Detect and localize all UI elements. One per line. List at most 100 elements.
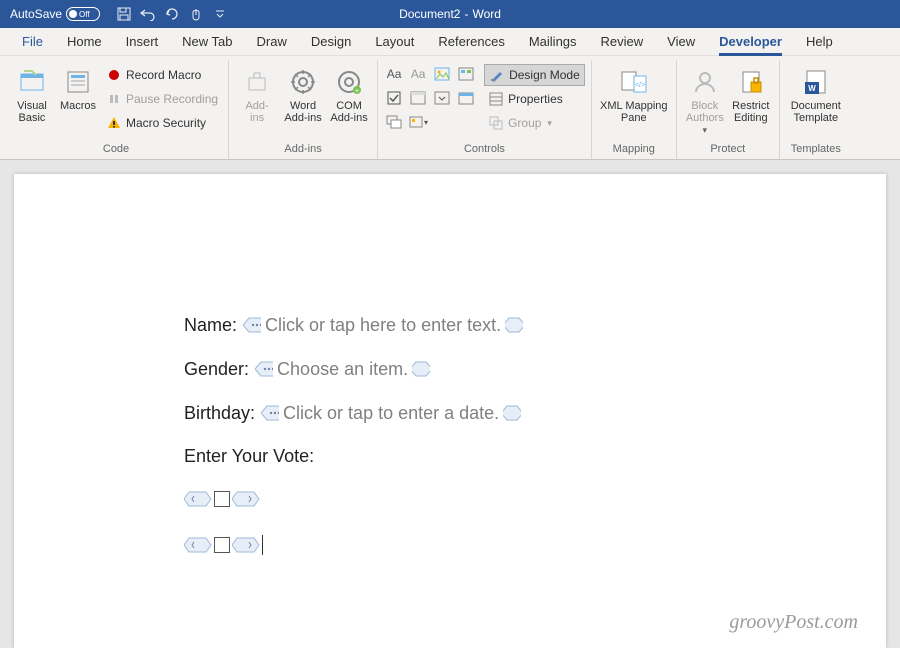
checkbox-box[interactable] [214, 491, 230, 507]
record-icon [106, 67, 122, 83]
window-title: Document2 - Word [399, 7, 501, 21]
control-tag-right-icon [503, 402, 521, 424]
tab-view[interactable]: View [655, 30, 707, 53]
group-code-label: Code [10, 141, 222, 159]
tab-review[interactable]: Review [589, 30, 656, 53]
properties-icon [488, 91, 504, 107]
tab-help[interactable]: Help [794, 30, 845, 53]
date-picker-control-icon[interactable] [456, 88, 476, 108]
autosave-toggle[interactable]: AutoSave Off [10, 7, 100, 21]
tab-references[interactable]: References [426, 30, 516, 53]
design-mode-icon [489, 67, 505, 83]
tab-newtab[interactable]: New Tab [170, 30, 244, 53]
control-tag-right-icon [232, 535, 260, 555]
restrict-editing-icon [735, 66, 767, 98]
checkbox-box[interactable] [214, 537, 230, 553]
word-addins-icon [287, 66, 319, 98]
com-addins-button[interactable]: + COM Add-ins [327, 62, 371, 128]
page[interactable]: Name: Click or tap here to enter text. G… [14, 174, 886, 648]
control-tag-right-icon [505, 314, 523, 336]
pause-recording-button: Pause Recording [102, 88, 222, 110]
tab-design[interactable]: Design [299, 30, 363, 53]
checkbox-control-icon[interactable] [384, 88, 404, 108]
gender-dropdown-control[interactable]: Choose an item. [255, 358, 430, 380]
touch-mode-icon[interactable] [188, 6, 204, 22]
svg-text:W: W [808, 84, 816, 93]
document-canvas: Name: Click or tap here to enter text. G… [0, 160, 900, 648]
document-template-button[interactable]: W Document Template [786, 62, 846, 128]
birthday-placeholder: Click or tap to enter a date. [279, 403, 503, 424]
qat-more-icon[interactable] [212, 6, 228, 22]
tab-file[interactable]: File [10, 30, 55, 53]
name-placeholder: Click or tap here to enter text. [261, 315, 505, 336]
xml-mapping-button[interactable]: </> XML Mapping Pane [598, 62, 670, 128]
toggle-switch[interactable]: Off [66, 7, 100, 21]
tab-home[interactable]: Home [55, 30, 114, 53]
tab-mailings[interactable]: Mailings [517, 30, 589, 53]
dropdown-control-icon[interactable] [432, 88, 452, 108]
birthday-label: Birthday: [184, 403, 255, 424]
group-protect: Block Authors▾ Restrict Editing Protect [677, 60, 780, 159]
macro-security-button[interactable]: Macro Security [102, 112, 222, 134]
block-authors-icon [689, 66, 721, 98]
repeating-section-control-icon[interactable] [384, 112, 404, 132]
titlebar: AutoSave Off Document2 - Word [0, 0, 900, 28]
group-protect-label: Protect [683, 141, 773, 159]
undo-icon[interactable] [140, 6, 156, 22]
group-addins: Add- ins Word Add-ins + COM Add-ins Add-… [229, 60, 378, 159]
checkbox-control-2[interactable] [184, 535, 886, 555]
ribbon-tabs: File Home Insert New Tab Draw Design Lay… [0, 28, 900, 56]
group-mapping-label: Mapping [598, 141, 670, 159]
design-mode-button[interactable]: Design Mode [484, 64, 585, 86]
pause-icon [106, 91, 122, 107]
addins-icon [241, 66, 273, 98]
group-code: Visual Basic Macros Record Macro Pause R… [4, 60, 229, 159]
word-addins-button[interactable]: Word Add-ins [281, 62, 325, 128]
visual-basic-button[interactable]: Visual Basic [10, 62, 54, 128]
combo-box-control-icon[interactable] [408, 88, 428, 108]
group-addins-label: Add-ins [235, 141, 371, 159]
tab-layout[interactable]: Layout [363, 30, 426, 53]
redo-icon[interactable] [164, 6, 180, 22]
macros-button[interactable]: Macros [56, 62, 100, 116]
vote-label: Enter Your Vote: [184, 446, 314, 467]
xml-mapping-icon: </> [618, 66, 650, 98]
rich-text-control-icon[interactable]: Aa [384, 64, 404, 84]
ribbon: Visual Basic Macros Record Macro Pause R… [0, 56, 900, 160]
svg-text:</>: </> [635, 82, 645, 89]
name-label: Name: [184, 315, 237, 336]
picture-control-icon[interactable] [432, 64, 452, 84]
macros-icon [62, 66, 94, 98]
group-mapping: </> XML Mapping Pane Mapping [592, 60, 677, 159]
name-text-control[interactable]: Click or tap here to enter text. [243, 314, 523, 336]
group-button: Group▾ [484, 112, 585, 134]
checkbox-control-1[interactable] [184, 489, 886, 509]
group-templates-label: Templates [786, 141, 846, 159]
save-icon[interactable] [116, 6, 132, 22]
building-block-control-icon[interactable] [456, 64, 476, 84]
record-macro-button[interactable]: Record Macro [102, 64, 222, 86]
plain-text-control-icon[interactable]: Aa [408, 64, 428, 84]
control-tag-left-icon [184, 489, 212, 509]
block-authors-button: Block Authors▾ [683, 62, 727, 140]
document-template-icon: W [800, 66, 832, 98]
group-templates: W Document Template Templates [780, 60, 852, 159]
autosave-label: AutoSave [10, 7, 62, 21]
addins-button: Add- ins [235, 62, 279, 128]
tab-draw[interactable]: Draw [245, 30, 299, 53]
com-addins-icon: + [333, 66, 365, 98]
birthday-date-control[interactable]: Click or tap to enter a date. [261, 402, 521, 424]
properties-button[interactable]: Properties [484, 88, 585, 110]
legacy-tools-icon[interactable]: ▾ [408, 112, 428, 132]
text-cursor [262, 535, 263, 555]
control-tag-right-icon [412, 358, 430, 380]
restrict-editing-button[interactable]: Restrict Editing [729, 62, 773, 128]
control-tag-left-icon [261, 402, 279, 424]
control-tag-left-icon [184, 535, 212, 555]
control-tag-left-icon [243, 314, 261, 336]
gender-label: Gender: [184, 359, 249, 380]
tab-developer[interactable]: Developer [707, 30, 794, 53]
tab-insert[interactable]: Insert [114, 30, 171, 53]
group-controls-label: Controls [384, 141, 585, 159]
visual-basic-icon [16, 66, 48, 98]
